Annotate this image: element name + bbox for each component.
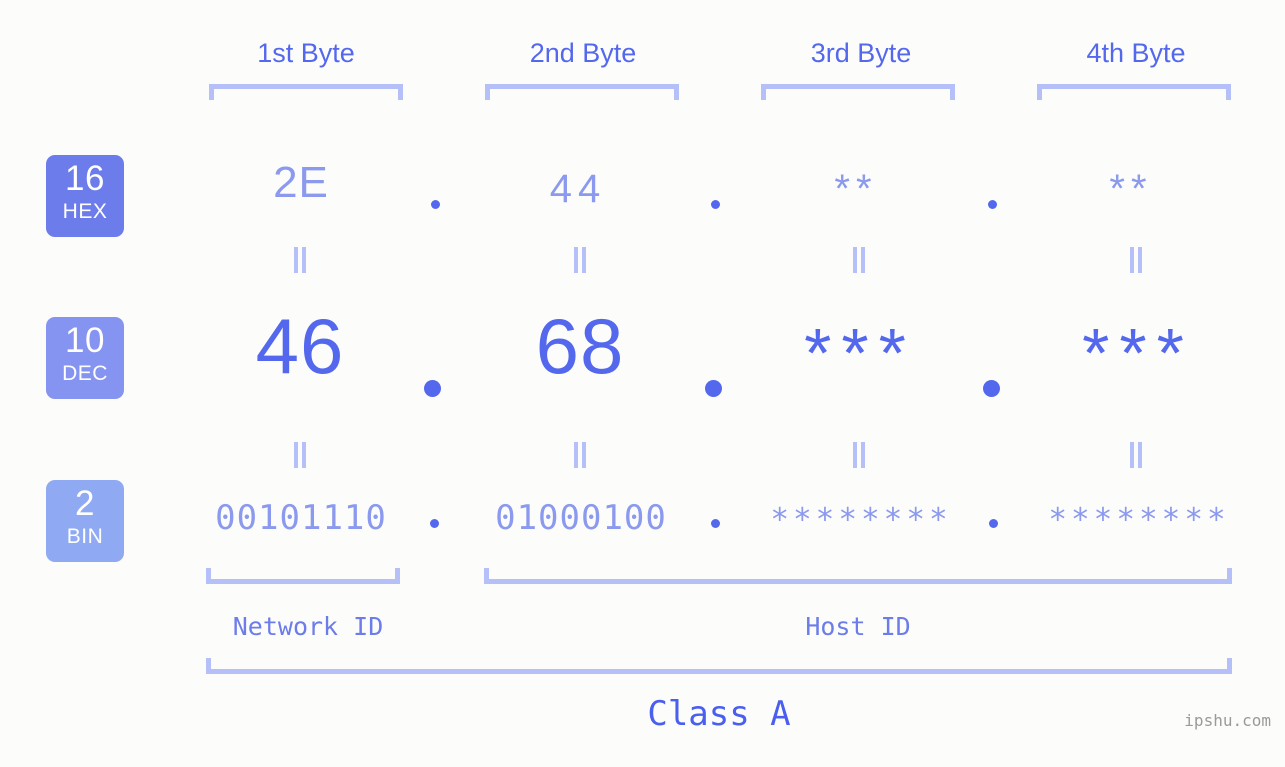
- byte-bracket-top-4: [1037, 84, 1231, 100]
- radix-badge-dec-label: DEC: [62, 362, 108, 385]
- dec-byte-3: ***: [804, 314, 916, 392]
- host-id-bracket: [484, 568, 1232, 584]
- ip-address-breakdown-diagram: 1st Byte 2nd Byte 3rd Byte 4th Byte 16 H…: [0, 0, 1285, 767]
- bin-separator-1: [430, 519, 439, 528]
- byte-bracket-top-1: [209, 84, 403, 100]
- equals-mark-hex-dec-4: [1128, 247, 1144, 273]
- hex-separator-2: [711, 200, 720, 209]
- hex-byte-1: 2E: [273, 158, 329, 207]
- class-label: Class A: [647, 694, 791, 734]
- byte-header-1: 1st Byte: [257, 38, 355, 68]
- radix-badge-dec: 10 DEC: [46, 317, 124, 399]
- site-watermark: ipshu.com: [1184, 711, 1271, 730]
- dec-separator-3: [983, 380, 1000, 397]
- radix-badge-bin: 2 BIN: [46, 480, 124, 562]
- equals-mark-hex-dec-1: [292, 247, 308, 273]
- bin-byte-1: 00101110: [215, 498, 387, 538]
- equals-mark-dec-bin-2: [572, 442, 588, 468]
- equals-mark-dec-bin-1: [292, 442, 308, 468]
- equals-mark-dec-bin-3: [851, 442, 867, 468]
- equals-mark-hex-dec-2: [572, 247, 588, 273]
- dec-byte-1: 46: [255, 302, 345, 390]
- radix-badge-hex-number: 16: [65, 159, 105, 198]
- radix-badge-bin-label: BIN: [66, 525, 104, 548]
- byte-header-4: 4th Byte: [1086, 38, 1186, 68]
- radix-badge-hex: 16 HEX: [46, 155, 124, 237]
- dec-byte-4: ***: [1082, 314, 1194, 392]
- bin-separator-2: [711, 519, 720, 528]
- bin-byte-4: ********: [1048, 502, 1230, 538]
- equals-mark-hex-dec-3: [851, 247, 867, 273]
- hex-byte-4: **: [1109, 167, 1153, 211]
- radix-badge-hex-label: HEX: [62, 200, 108, 223]
- dec-separator-1: [424, 380, 441, 397]
- hex-separator-1: [431, 200, 440, 209]
- byte-bracket-top-2: [485, 84, 679, 100]
- dec-separator-2: [705, 380, 722, 397]
- network-id-bracket: [206, 568, 400, 584]
- dec-byte-2: 68: [535, 302, 625, 390]
- hex-separator-3: [988, 200, 997, 209]
- host-id-label: Host ID: [805, 612, 911, 641]
- hex-byte-2: 44: [549, 167, 607, 211]
- hex-byte-3: **: [834, 167, 878, 211]
- radix-badge-bin-number: 2: [75, 484, 95, 523]
- bin-byte-2: 01000100: [495, 498, 667, 538]
- byte-bracket-top-3: [761, 84, 955, 100]
- byte-header-2: 2nd Byte: [529, 38, 637, 68]
- bin-separator-3: [989, 519, 998, 528]
- radix-badge-dec-number: 10: [65, 321, 105, 360]
- equals-mark-dec-bin-4: [1128, 442, 1144, 468]
- network-id-label: Network ID: [232, 612, 384, 641]
- class-bracket: [206, 658, 1232, 674]
- bin-byte-3: ********: [770, 502, 952, 538]
- byte-header-3: 3rd Byte: [810, 38, 912, 68]
